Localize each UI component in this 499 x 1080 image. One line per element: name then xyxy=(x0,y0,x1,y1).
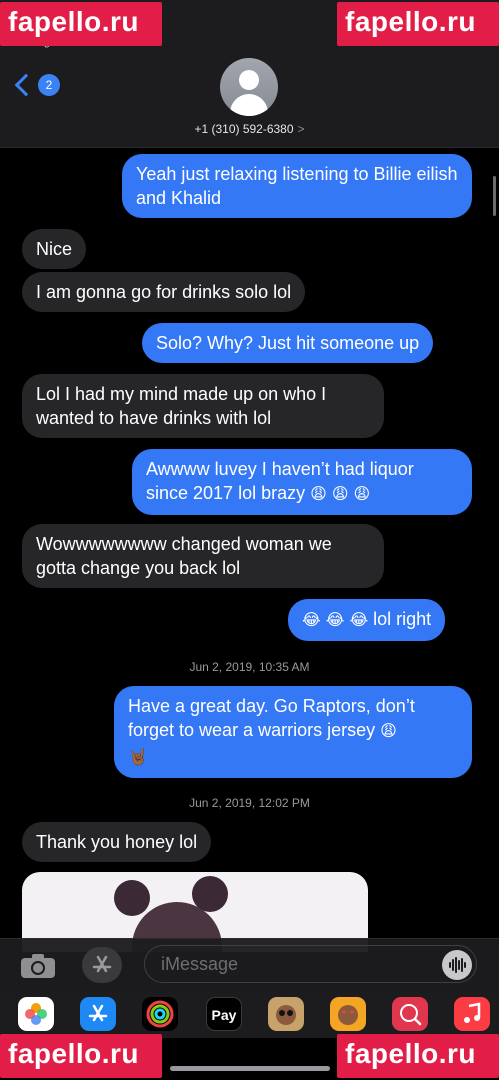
timestamp: Jun 2, 2019, 10:35 AM xyxy=(189,660,310,674)
compose-bar xyxy=(0,938,499,990)
camera-icon[interactable] xyxy=(20,953,56,979)
message-text: Wowwwwwwww changed woman we gotta change… xyxy=(36,534,332,578)
home-indicator[interactable] xyxy=(170,1066,330,1071)
message-text: Lol I had my mind made up on who I wante… xyxy=(36,384,327,428)
message-text: Thank you honey lol xyxy=(36,832,198,852)
message-text: Yeah just relaxing listening to Billie e… xyxy=(136,164,458,208)
avatar[interactable] xyxy=(220,58,278,116)
watermark-bottom-left: fapello.ru xyxy=(0,1034,162,1078)
app-store-app-icon[interactable] xyxy=(80,997,116,1031)
avatar-body xyxy=(230,94,268,116)
message-text: Awwww luvey I haven’t had liquor since 2… xyxy=(146,459,414,503)
sign-of-horns-emoji: 🤘🏾 xyxy=(128,749,148,766)
message-text: Nice xyxy=(36,239,73,259)
weary-face-emoji: 😩 xyxy=(380,723,397,740)
watermark-top-right: fapello.ru xyxy=(337,2,499,46)
photo-content xyxy=(114,880,150,916)
message-bubble-sent[interactable]: Solo? Why? Just hit someone up xyxy=(142,323,434,363)
scrollbar[interactable] xyxy=(493,176,496,216)
search-globe-icon[interactable] xyxy=(392,997,428,1031)
contact-number: +1 (310) 592-6380 xyxy=(194,122,294,136)
music-icon[interactable] xyxy=(454,997,490,1031)
memoji-stickers-icon[interactable] xyxy=(330,997,366,1031)
message-bubble-received[interactable]: Wowwwwwwww changed woman we gotta change… xyxy=(22,524,384,588)
apple-pay-icon[interactable]: Pay xyxy=(206,997,242,1031)
message-bubble-sent[interactable]: Awwww luvey I haven’t had liquor since 2… xyxy=(132,449,472,515)
message-text: lol right xyxy=(373,609,432,629)
memoji-icon[interactable] xyxy=(268,997,304,1031)
weary-face-emoji: 😩 xyxy=(353,486,371,503)
unread-count-badge: 2 xyxy=(38,74,60,96)
mic-icon[interactable] xyxy=(442,950,472,980)
watermark-bottom-right: fapello.ru xyxy=(337,1034,499,1078)
activity-icon[interactable] xyxy=(142,997,178,1031)
app-drawer: Pay xyxy=(0,990,499,1038)
app-store-icon[interactable] xyxy=(82,947,122,983)
message-input[interactable] xyxy=(161,952,431,976)
message-bubble-sent[interactable]: Have a great day. Go Raptors, don’t forg… xyxy=(114,686,472,778)
weary-face-emoji: 😩 xyxy=(310,486,327,503)
apple-pay-label: Pay xyxy=(211,1007,237,1023)
avatar-icon xyxy=(239,70,259,90)
message-text: Solo? Why? Just hit someone up xyxy=(156,333,420,353)
joy-face-emoji: 😂 xyxy=(349,612,369,629)
back-button[interactable]: 2 xyxy=(14,73,60,97)
watermark-top-left: fapello.ru xyxy=(0,2,162,46)
chevron-right-icon: > xyxy=(297,122,305,136)
message-bubble-received[interactable]: Thank you honey lol xyxy=(22,822,212,862)
weary-face-emoji: 😩 xyxy=(331,486,349,503)
joy-face-emoji: 😂 xyxy=(302,612,321,629)
back-chevron-icon xyxy=(14,73,38,97)
message-text: I am gonna go for drinks solo lol xyxy=(36,282,292,302)
timestamp: Jun 2, 2019, 12:02 PM xyxy=(189,796,310,810)
message-bubble-received[interactable]: Nice xyxy=(22,229,87,269)
message-bubble-sent[interactable]: Yeah just relaxing listening to Billie e… xyxy=(122,154,472,218)
contact-details-button[interactable]: +1 (310) 592-6380 > xyxy=(0,122,499,136)
message-text: Have a great day. Go Raptors, don’t forg… xyxy=(128,696,415,740)
message-bubble-sent[interactable]: 😂 😂 😂 lol right xyxy=(288,599,446,641)
joy-face-emoji: 😂 xyxy=(325,612,345,629)
message-field[interactable] xyxy=(144,945,477,983)
photos-icon[interactable] xyxy=(18,997,54,1031)
message-bubble-received[interactable]: I am gonna go for drinks solo lol xyxy=(22,272,306,312)
message-bubble-received[interactable]: Lol I had my mind made up on who I wante… xyxy=(22,374,384,438)
